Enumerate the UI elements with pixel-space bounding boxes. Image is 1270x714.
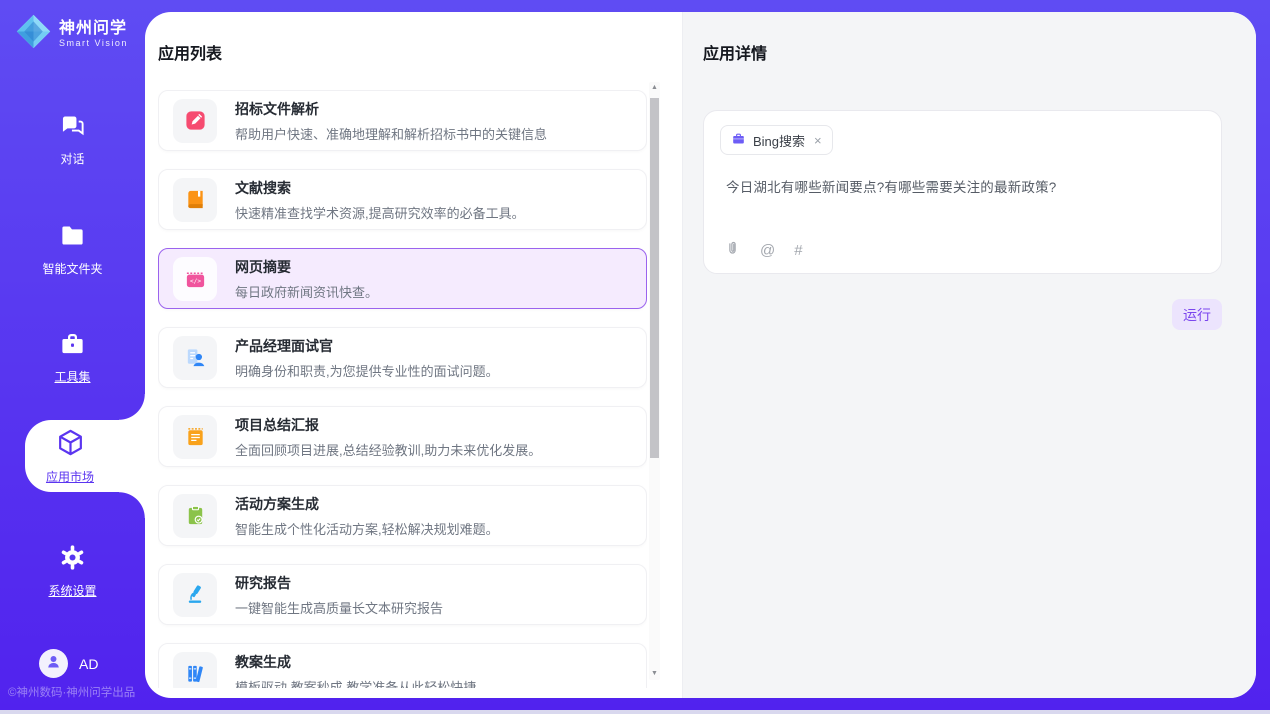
sidebar-item-smart-folder[interactable]: 智能文件夹 xyxy=(0,222,145,278)
app-name: 产品经理面试官 xyxy=(235,336,499,356)
app-card-literature-search[interactable]: 文献搜索 快速精准查找学术资源,提高研究效率的必备工具。 xyxy=(158,169,647,230)
app-card-web-summary[interactable]: </> 网页摘要 每日政府新闻资讯快查。 xyxy=(158,248,647,309)
user-account[interactable]: AD xyxy=(39,649,98,678)
sidebar-item-chat[interactable]: 对话 xyxy=(0,112,145,168)
prompt-input[interactable]: Bing搜索 × 今日湖北有哪些新闻要点?有哪些需要关注的最新政策? @ # xyxy=(703,110,1222,274)
book-icon xyxy=(173,178,217,222)
app-logo: 神州问学 Smart Vision xyxy=(15,13,128,55)
app-name: 文献搜索 xyxy=(235,178,525,198)
app-description: 每日政府新闻资讯快查。 xyxy=(235,282,378,301)
app-card-lesson-plan[interactable]: 教案生成 模板驱动,教案秒成,教学准备从此轻松快捷 xyxy=(158,643,647,688)
app-description: 全面回顾项目进展,总结经验教训,助力未来优化发展。 xyxy=(235,440,541,459)
app-description: 智能生成个性化活动方案,轻松解决规划难题。 xyxy=(235,519,499,538)
sidebar-item-settings[interactable]: 系统设置 xyxy=(0,544,145,600)
app-card-event-plan[interactable]: 活动方案生成 智能生成个性化活动方案,轻松解决规划难题。 xyxy=(158,485,647,546)
folder-icon xyxy=(0,222,145,254)
app-description: 模板驱动,教案秒成,教学准备从此轻松快捷 xyxy=(235,677,476,689)
app-name: 项目总结汇报 xyxy=(235,415,541,435)
svg-text:</>: </> xyxy=(189,278,200,285)
browser-code-icon: </> xyxy=(173,257,217,301)
tool-tag-label: Bing搜索 xyxy=(753,131,805,150)
app-description: 快速精准查找学术资源,提高研究效率的必备工具。 xyxy=(235,203,525,222)
run-button[interactable]: 运行 xyxy=(1172,299,1222,330)
app-card-bid-parse[interactable]: 招标文件解析 帮助用户快速、准确地理解和解析招标书中的关键信息 xyxy=(158,90,647,151)
app-name: 活动方案生成 xyxy=(235,494,499,514)
app-detail-panel: 应用详情 Bing搜索 × 今日湖北有哪些新闻要点?有哪些需要关注的最新政策? xyxy=(683,12,1256,698)
user-name: AD xyxy=(79,656,98,672)
sidebar-footer: ©神州数码·神州问学出品 xyxy=(8,684,135,700)
microscope-icon xyxy=(173,573,217,617)
query-text[interactable]: 今日湖北有哪些新闻要点?有哪些需要关注的最新政策? xyxy=(726,176,1205,196)
briefcase-icon xyxy=(731,131,746,149)
main-content: 应用列表 招标文件解析 帮助用户快速、准确地理解和解析招标书中的关键信息 xyxy=(145,12,1256,698)
app-card-project-summary[interactable]: 项目总结汇报 全面回顾项目进展,总结经验教训,助力未来优化发展。 xyxy=(158,406,647,467)
scrollbar-thumb[interactable] xyxy=(650,98,659,458)
cube-icon xyxy=(55,427,86,463)
person-avatar-icon xyxy=(45,653,62,675)
note-icon xyxy=(173,415,217,459)
app-description: 明确身份和职责,为您提供专业性的面试问题。 xyxy=(235,361,499,380)
interviewer-icon xyxy=(173,336,217,380)
scroll-down-icon[interactable]: ▼ xyxy=(649,669,660,679)
sidebar-item-toolset[interactable]: 工具集 xyxy=(0,330,145,386)
app-detail-title: 应用详情 xyxy=(703,40,1222,90)
app-window: 神州问学 Smart Vision 对话 智能文件夹 xyxy=(0,0,1270,714)
sidebar-item-label: 智能文件夹 xyxy=(42,262,102,276)
hash-icon[interactable]: # xyxy=(794,242,802,260)
gem-logo-icon xyxy=(15,13,52,55)
app-description: 一键智能生成高质量长文本研究报告 xyxy=(235,598,443,617)
books-icon xyxy=(173,652,217,689)
logo-title: 神州问学 xyxy=(59,20,128,38)
sidebar-item-label: 工具集 xyxy=(54,370,90,384)
app-name: 教案生成 xyxy=(235,652,476,672)
app-description: 帮助用户快速、准确地理解和解析招标书中的关键信息 xyxy=(235,124,547,143)
sidebar-item-label: 系统设置 xyxy=(48,584,96,598)
avatar xyxy=(39,649,68,678)
chat-icon xyxy=(0,112,145,144)
sidebar-item-app-market[interactable]: 应用市场 xyxy=(25,420,145,492)
app-name: 招标文件解析 xyxy=(235,99,547,119)
app-card-list: 招标文件解析 帮助用户快速、准确地理解和解析招标书中的关键信息 文献搜索 xyxy=(158,90,647,688)
app-name: 研究报告 xyxy=(235,573,443,593)
mention-icon[interactable]: @ xyxy=(760,242,775,260)
close-icon[interactable]: × xyxy=(814,133,822,148)
bottom-strip xyxy=(0,710,1270,714)
sidebar-item-label: 应用市场 xyxy=(46,468,94,485)
gear-icon xyxy=(0,544,145,576)
app-card-research-report[interactable]: 研究报告 一键智能生成高质量长文本研究报告 xyxy=(158,564,647,625)
input-toolbar: @ # xyxy=(724,240,803,262)
tool-tag-bing-search: Bing搜索 × xyxy=(720,125,833,155)
app-list-title: 应用列表 xyxy=(158,40,682,90)
app-card-pm-interviewer[interactable]: 产品经理面试官 明确身份和职责,为您提供专业性的面试问题。 xyxy=(158,327,647,388)
clipboard-check-icon xyxy=(173,494,217,538)
toolbox-icon xyxy=(0,330,145,362)
logo-subtitle: Smart Vision xyxy=(59,38,128,48)
scroll-up-icon[interactable]: ▲ xyxy=(649,83,660,93)
sidebar-item-label: 对话 xyxy=(60,152,84,166)
run-row: 运行 xyxy=(703,299,1222,330)
sidebar: 神州问学 Smart Vision 对话 智能文件夹 xyxy=(0,0,145,714)
app-list-panel: 应用列表 招标文件解析 帮助用户快速、准确地理解和解析招标书中的关键信息 xyxy=(145,12,683,698)
paperclip-icon[interactable] xyxy=(724,240,741,262)
edit-document-icon xyxy=(173,99,217,143)
app-name: 网页摘要 xyxy=(235,257,378,277)
scrollbar[interactable]: ▲ ▼ xyxy=(649,82,660,680)
